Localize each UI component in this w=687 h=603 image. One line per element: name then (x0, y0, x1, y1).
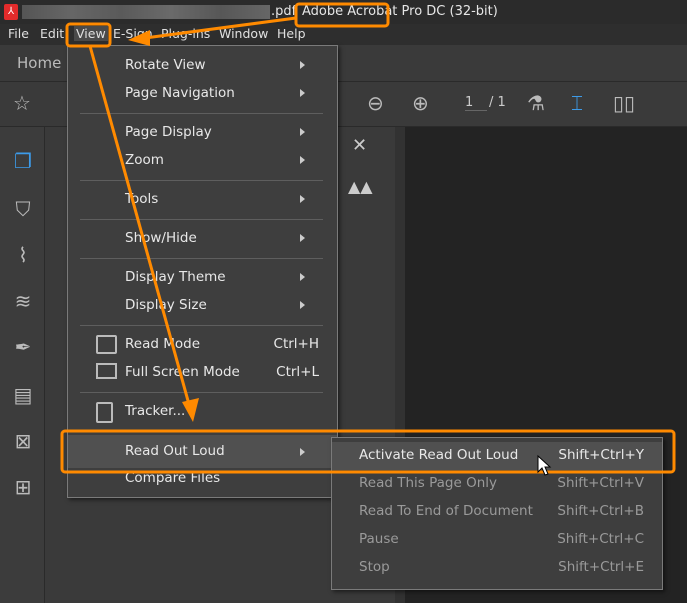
label: Display Theme (125, 269, 226, 285)
submenu-arrow-icon (300, 273, 305, 281)
tracker-icon (96, 402, 113, 423)
shortcut: Ctrl+H (273, 336, 319, 352)
label: Read Out Loud (125, 443, 225, 459)
menu-item-pause[interactable]: Pause Shift+Ctrl+C (332, 526, 662, 554)
title-bar: ⅄ .pdf Adobe Acrobat Pro DC (32-bit) (0, 0, 687, 24)
menu-item-display-theme[interactable]: Display Theme (68, 264, 337, 292)
menu-item-read-this-page-only[interactable]: Read This Page Only Shift+Ctrl+V (332, 470, 662, 498)
page-number-input[interactable]: 1 (465, 95, 487, 111)
pages-icon[interactable]: ❐ (10, 149, 36, 173)
submenu-arrow-icon (300, 89, 305, 97)
menu-item-page-navigation[interactable]: Page Navigation (68, 80, 337, 108)
label: Display Size (125, 297, 207, 313)
menu-item-tools[interactable]: Tools (68, 186, 337, 214)
submenu-arrow-icon (300, 195, 305, 203)
menu-item-read-to-end[interactable]: Read To End of Document Shift+Ctrl+B (332, 498, 662, 526)
label: Show/Hide (125, 230, 197, 246)
submenu-arrow-icon (300, 448, 305, 456)
divider (80, 392, 323, 393)
read-aloud-icon[interactable]: ⚗ (527, 91, 545, 115)
divider (80, 113, 323, 114)
attachment-icon[interactable]: ⌇ (10, 243, 36, 267)
divider (80, 219, 323, 220)
monitor-icon (96, 363, 117, 379)
menu-item-read-out-loud[interactable]: Read Out Loud (68, 435, 337, 468)
menu-bar: File Edit View E-Sign Plug-ins Window He… (0, 24, 687, 45)
shortcut: Shift+Ctrl+C (557, 531, 644, 547)
label: Compare Files (125, 470, 221, 486)
menu-item-zoom[interactable]: Zoom (68, 147, 337, 175)
label: Zoom (125, 152, 164, 168)
menu-edit[interactable]: Edit (40, 26, 64, 41)
label: Activate Read Out Loud (359, 447, 519, 463)
left-rail: ❐ ⛉ ⌇ ≋ ✒ ▤ ⊠ ⊞ (0, 127, 45, 603)
menu-window[interactable]: Window (219, 26, 268, 41)
layers-icon[interactable]: ≋ (10, 289, 36, 313)
menu-item-tracker[interactable]: Tracker... (68, 398, 337, 426)
star-icon[interactable]: ☆ (13, 91, 31, 115)
label: Rotate View (125, 57, 206, 73)
label: Full Screen Mode (125, 364, 240, 380)
submenu-arrow-icon (300, 301, 305, 309)
divider (80, 258, 323, 259)
menu-item-full-screen-mode[interactable]: Full Screen Mode Ctrl+L (68, 359, 337, 387)
next-page-icon[interactable]: ⊕ (412, 91, 429, 115)
menu-item-show-hide[interactable]: Show/Hide (68, 225, 337, 253)
blurred-filename (22, 5, 270, 19)
divider (80, 325, 323, 326)
shortcut: Shift+Ctrl+V (557, 475, 644, 491)
label: Page Display (125, 124, 212, 140)
acrobat-logo-icon: ⅄ (4, 4, 18, 20)
app-name: Adobe Acrobat Pro DC (32-bit) (302, 4, 498, 19)
shortcut: Shift+Ctrl+E (558, 559, 644, 575)
read-out-loud-submenu: Activate Read Out Loud Shift+Ctrl+Y Read … (331, 437, 663, 590)
menu-plugins[interactable]: Plug-ins (161, 26, 210, 41)
tab-home[interactable]: Home (17, 54, 61, 72)
menu-file[interactable]: File (8, 26, 29, 41)
thumbnail-size-icon[interactable]: ▲▲ (348, 177, 373, 196)
menu-item-read-mode[interactable]: Read Mode Ctrl+H (68, 331, 337, 359)
menu-help[interactable]: Help (277, 26, 306, 41)
submenu-arrow-icon (300, 234, 305, 242)
label: Page Navigation (125, 85, 235, 101)
document-icon[interactable]: ▤ (10, 383, 36, 407)
compare-icon[interactable]: ⊠ (10, 429, 36, 453)
submenu-arrow-icon (300, 61, 305, 69)
label: Tools (125, 191, 159, 207)
menu-item-stop[interactable]: Stop Shift+Ctrl+E (332, 554, 662, 582)
bookmark-icon[interactable]: ⛉ (10, 197, 36, 221)
label: Read To End of Document (359, 503, 533, 519)
shortcut: Ctrl+L (276, 364, 319, 380)
structure-icon[interactable]: ⊞ (10, 475, 36, 499)
menu-item-compare-files[interactable]: Compare Files (68, 465, 337, 493)
signature-icon[interactable]: ✒ (10, 335, 36, 359)
divider (80, 180, 323, 181)
shortcut: Shift+Ctrl+B (557, 503, 644, 519)
filename-suffix: .pdf (271, 4, 297, 19)
label: Read This Page Only (359, 475, 497, 491)
shortcut: Shift+Ctrl+Y (558, 447, 644, 463)
label: Tracker... (125, 403, 186, 419)
read-mode-icon (96, 335, 117, 354)
scrolling-mode-icon[interactable]: ⌶ (571, 91, 583, 115)
label: Read Mode (125, 336, 200, 352)
close-panel-icon[interactable]: ✕ (352, 135, 367, 156)
submenu-arrow-icon (300, 156, 305, 164)
view-menu: Rotate View Page Navigation Page Display… (67, 45, 338, 498)
two-page-icon[interactable]: ▯▯ (613, 91, 635, 115)
menu-item-rotate-view[interactable]: Rotate View (68, 52, 337, 80)
page-total: / 1 (489, 95, 506, 110)
label: Stop (359, 559, 390, 575)
previous-page-icon[interactable]: ⊖ (367, 91, 384, 115)
menu-view[interactable]: View (74, 26, 108, 41)
menu-item-display-size[interactable]: Display Size (68, 292, 337, 320)
submenu-arrow-icon (300, 128, 305, 136)
menu-item-page-display[interactable]: Page Display (68, 119, 337, 147)
menu-esign[interactable]: E-Sign (113, 26, 153, 41)
label: Pause (359, 531, 399, 547)
menu-item-activate-read-out-loud[interactable]: Activate Read Out Loud Shift+Ctrl+Y (332, 442, 662, 470)
